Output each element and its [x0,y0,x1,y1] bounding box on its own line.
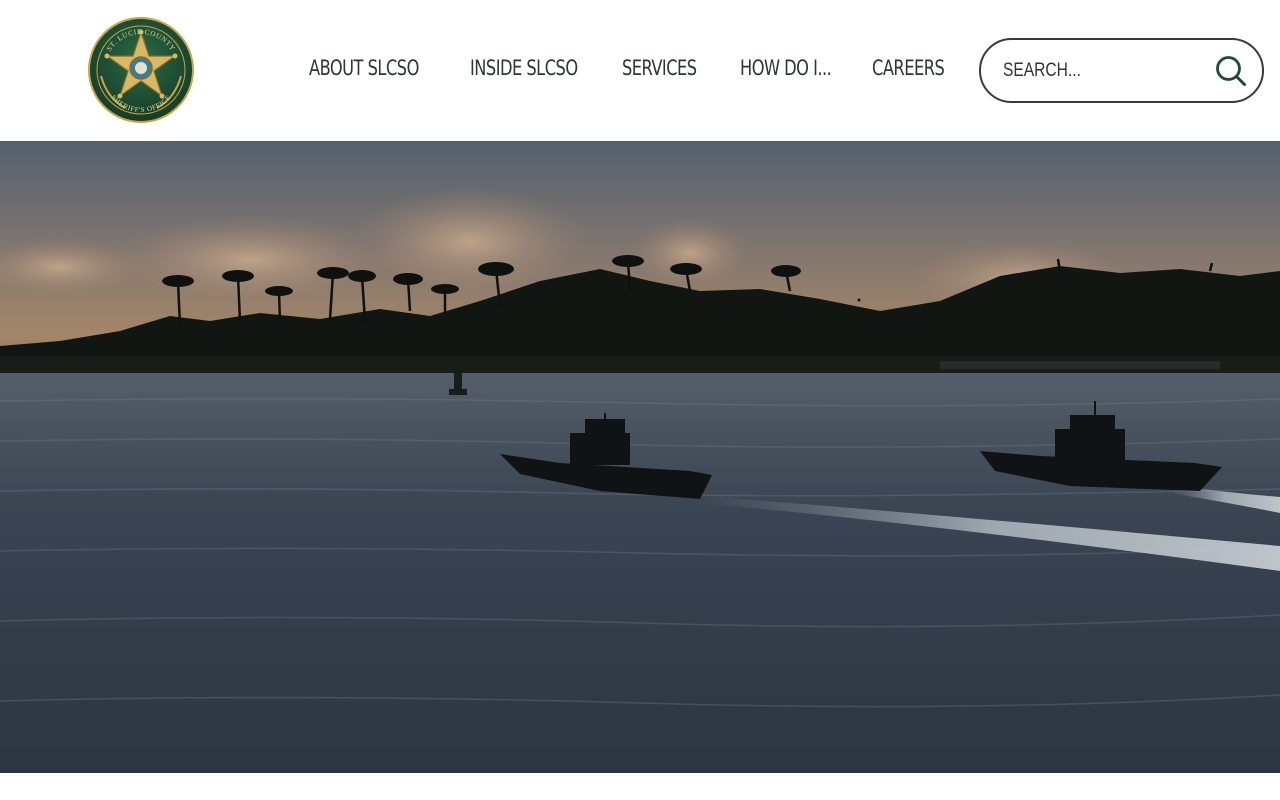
nav-inside-slcso[interactable]: INSIDE SLCSO [470,56,578,86]
nav-careers[interactable]: CAREERS [872,56,945,86]
search-input[interactable] [1003,56,1167,86]
nav-services[interactable]: SERVICES [622,56,697,86]
nav-about-slcso[interactable]: ABOUT SLCSO [309,56,419,86]
hero-scene [0,141,1280,773]
page-background [0,773,1280,800]
sheriff-badge-logo[interactable]: ST. LUCIE COUNTY SHERIFF'S OFFICE [87,16,195,124]
search-box [979,38,1264,103]
nav-how-do-i[interactable]: HOW DO I... [740,56,832,86]
search-icon[interactable] [1214,54,1248,88]
site-header: ST. LUCIE COUNTY SHERIFF'S OFFICE ABOUT … [0,0,1280,141]
hero-image [0,141,1280,773]
